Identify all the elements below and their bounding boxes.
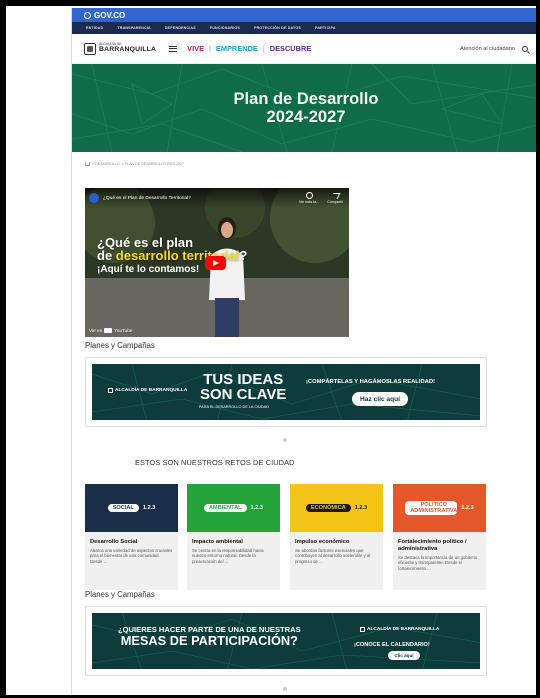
retos-title: ESTOS SON NUESTROS RETOS DE CIUDAD xyxy=(135,458,295,467)
reto-card-header: AMBIENTAL 1.2.3 xyxy=(187,484,280,532)
video-subheadline: ¡Aquí te lo contamos! xyxy=(97,264,200,275)
crest-icon xyxy=(360,627,365,632)
reto-pill: SOCIAL xyxy=(107,504,139,512)
reto-name: Impacto ambiental xyxy=(192,539,243,545)
campaign1-headline: TUS IDEAS SON CLAVE xyxy=(200,372,286,402)
reto-desc: Se destaca la importancia de un gobierno… xyxy=(398,555,478,571)
frame-border xyxy=(536,0,540,698)
play-icon[interactable] xyxy=(205,256,226,270)
reto-pill: POLÍTICO ADMINISTRATIVA xyxy=(405,501,457,515)
watch-on-youtube[interactable]: Ver en YouTube xyxy=(89,328,132,333)
reto-number: 1.2.3 xyxy=(354,505,368,511)
yt-text: Ver en xyxy=(89,328,103,333)
campaign1-subtext: PARA EL DESARROLLO DE LA CIUDAD xyxy=(199,405,269,409)
campaigns-label-2: Planes y Campañas xyxy=(85,590,155,599)
reto-pill: AMBIENTAL xyxy=(204,504,247,512)
campaign1-tagline: ¡COMPÁRTELAS Y HAGÁMOSLAS REALIDAD! xyxy=(306,379,435,385)
share-label: Compartir xyxy=(327,200,343,204)
reto-pill-label: ECONÓMICA xyxy=(310,505,346,511)
campaign2-button[interactable]: Clic aquí xyxy=(388,651,420,660)
reto-desc: Abarca una variedad de aspectos cruciale… xyxy=(90,548,173,564)
reto-number: 1.2.3 xyxy=(142,505,156,511)
reto-pill-label: AMBIENTAL xyxy=(209,505,242,511)
campaign1-button[interactable]: Haz clic aquí xyxy=(352,392,408,406)
campaign1-headline-1: TUS IDEAS xyxy=(203,371,284,388)
campaign-logo: ALCALDÍA DE BARRANQUILLA xyxy=(108,388,187,393)
video-headline-q: ? xyxy=(239,248,248,263)
reto-card-politico[interactable]: POLÍTICO ADMINISTRATIVA 1.2.3 Fortalecim… xyxy=(393,484,486,590)
carousel-dot[interactable] xyxy=(283,438,287,442)
campaign1-headline-2: SON CLAVE xyxy=(200,386,287,403)
campaigns-label-1: Planes y Campañas xyxy=(85,341,155,350)
reto-desc: Se centra en la responsabilidad hacia nu… xyxy=(192,548,264,564)
youtube-icon xyxy=(104,328,113,333)
campaign2-tagline: ¡CONOCE EL CALENDARIO! xyxy=(354,642,430,648)
yt-brand: YouTube xyxy=(114,328,133,333)
campaign-banner-mesas[interactable]: ¿QUIERES HACER PARTE DE UNA DE NUESTRAS … xyxy=(85,606,487,676)
reto-pill-label: POLÍTICO ADMINISTRATIVA xyxy=(410,502,458,514)
reto-name: Impulso económico xyxy=(295,539,350,545)
presenter-figure xyxy=(209,217,245,337)
page-frame: GOV.CO ENTIDAD TRANSPARENCIA DEPENDENCIA… xyxy=(0,0,540,698)
campaign2-headline-2: MESAS DE PARTICIPACIÓN? xyxy=(120,633,298,648)
reto-card-header: ECONÓMICA 1.2.3 xyxy=(290,484,383,532)
reto-name: Fortalecimiento político / administrativ… xyxy=(398,539,467,552)
watch-later-button[interactable]: Ver más ta... xyxy=(299,192,319,204)
frame-border xyxy=(0,0,540,6)
reto-number: 1.2.3 xyxy=(461,505,474,511)
reto-card-economica[interactable]: ECONÓMICA 1.2.3 Impulso económico Se abo… xyxy=(290,484,383,590)
video-title[interactable]: ¿Qué es el Plan de Desarrollo Territoria… xyxy=(103,196,191,201)
campaign1-logo-text: ALCALDÍA DE BARRANQUILLA xyxy=(115,388,188,393)
channel-avatar[interactable] xyxy=(89,193,99,203)
crest-icon xyxy=(108,388,113,393)
clock-icon xyxy=(305,192,313,199)
reto-card-ambiental[interactable]: AMBIENTAL 1.2.3 Impacto ambiental Se cen… xyxy=(187,484,280,590)
reto-name: Desarrollo Social xyxy=(90,539,138,545)
carousel-dot[interactable] xyxy=(283,687,287,691)
reto-card-social[interactable]: SOCIAL 1.2.3 Desarrollo Social Abarca un… xyxy=(85,484,178,590)
reto-card-header: SOCIAL 1.2.3 xyxy=(85,484,178,532)
watch-later-label: Ver más ta... xyxy=(299,200,320,204)
campaign-logo: ALCALDÍA DE BARRANQUILLA xyxy=(360,627,439,632)
reto-card-header: POLÍTICO ADMINISTRATIVA 1.2.3 xyxy=(393,484,486,532)
video-headline-de: de xyxy=(97,248,116,263)
video-player[interactable]: ¿Qué es el Plan de Desarrollo Territoria… xyxy=(85,188,349,337)
reto-number: 1.2.3 xyxy=(250,505,263,511)
share-button[interactable]: Compartir xyxy=(327,192,343,204)
campaign2-headline: ¿QUIERES HACER PARTE DE UNA DE NUESTRAS … xyxy=(118,625,301,647)
reto-desc: Se abordan factores esenciales que contr… xyxy=(295,548,371,564)
campaign2-logo-text: ALCALDÍA DE BARRANQUILLA xyxy=(367,627,440,632)
reto-pill: ECONÓMICA xyxy=(305,504,351,512)
reto-pill-label: SOCIAL xyxy=(112,505,134,511)
campaign-banner-ideas[interactable]: ALCALDÍA DE BARRANQUILLA TUS IDEAS SON C… xyxy=(85,357,487,427)
frame-border xyxy=(0,0,6,698)
share-icon xyxy=(331,192,339,199)
